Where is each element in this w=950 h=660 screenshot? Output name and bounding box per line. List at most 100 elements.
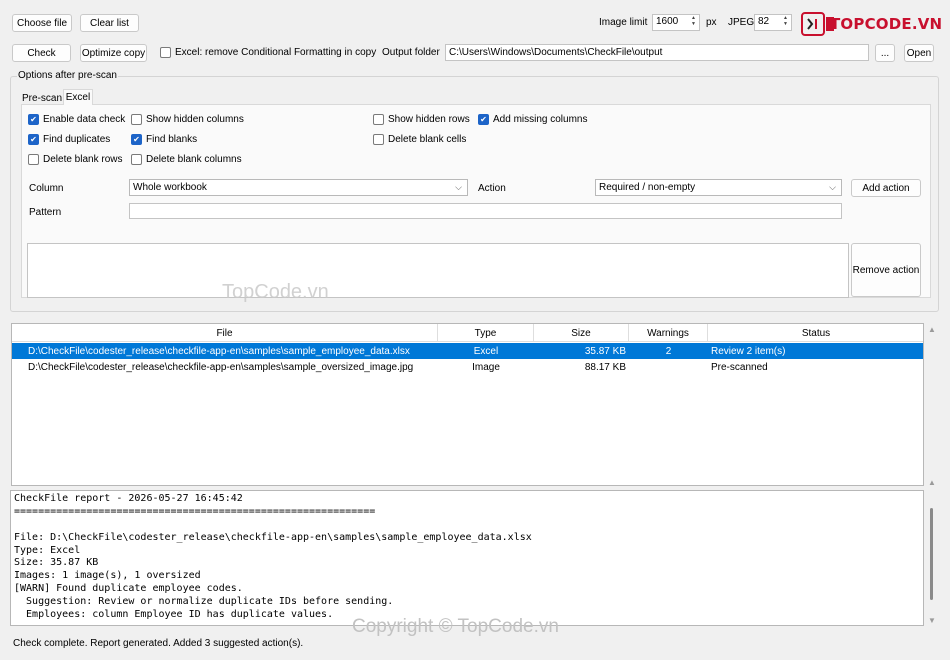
column-select[interactable]: Whole workbook ⌵ <box>129 179 468 196</box>
chevron-down-icon[interactable]: ⌵ <box>829 182 836 193</box>
scroll-up-icon[interactable]: ▲ <box>928 325 936 334</box>
report-output[interactable]: CheckFile report - 2026-05-27 16:45:42 ==… <box>10 490 924 626</box>
tab-pre-scan[interactable]: Pre-scan <box>22 91 62 105</box>
report-line: ========================================… <box>14 505 376 517</box>
add-missing-columns-checkbox[interactable]: ✔ Add missing columns <box>478 114 587 125</box>
file-status-cell: Review 2 item(s) <box>711 345 786 357</box>
remove-cf-checkbox[interactable]: Excel: remove Conditional Formatting in … <box>160 47 376 58</box>
column-header-warnings[interactable]: Warnings <box>629 324 708 342</box>
file-size-cell: 35.87 KB <box>584 345 626 357</box>
px-label: px <box>706 17 717 28</box>
show-hidden-columns-checkbox[interactable]: Show hidden columns <box>131 114 244 125</box>
column-label: Column <box>29 183 64 194</box>
chevron-down-icon[interactable]: ⌵ <box>455 182 462 193</box>
jpeg-quality-input[interactable]: 82 ▲ ▼ <box>754 14 792 31</box>
delete-blank-rows-label: Delete blank rows <box>43 154 123 165</box>
file-table-scrollbar[interactable]: ▲ <box>927 323 937 486</box>
enable-data-check-label: Enable data check <box>43 114 126 125</box>
clear-list-button[interactable]: Clear list <box>80 14 139 32</box>
report-line: Images: 1 image(s), 1 oversized <box>14 570 201 582</box>
checkbox-unchecked-icon[interactable] <box>373 134 384 145</box>
column-header-status[interactable]: Status <box>708 324 924 342</box>
open-button[interactable]: Open <box>904 44 934 62</box>
checkbox-unchecked-icon[interactable] <box>28 154 39 165</box>
image-limit-label: Image limit <box>599 17 648 28</box>
checkbox-unchecked-icon[interactable] <box>373 114 384 125</box>
check-button[interactable]: Check <box>12 44 71 62</box>
pattern-label: Pattern <box>29 207 62 218</box>
optimize-copy-button[interactable]: Optimize copy <box>80 44 147 62</box>
file-path-cell: D:\CheckFile\codester_release\checkfile-… <box>28 345 410 357</box>
checkbox-unchecked-icon[interactable] <box>131 154 142 165</box>
table-row[interactable]: D:\CheckFile\codester_release\checkfile-… <box>12 343 923 359</box>
scroll-down-icon[interactable]: ▼ <box>928 616 936 625</box>
report-scrollbar[interactable]: ▲ ▼ <box>927 478 937 628</box>
column-header-size[interactable]: Size <box>534 324 629 342</box>
checkbox-checked-icon[interactable]: ✔ <box>478 114 489 125</box>
actions-list[interactable] <box>27 243 849 298</box>
topcode-logo: TOPCODE.VN <box>800 11 942 37</box>
find-duplicates-label: Find duplicates <box>43 134 111 145</box>
file-type-cell: Excel <box>473 345 499 357</box>
file-table[interactable]: File Type Size Warnings Status D:\CheckF… <box>11 323 924 486</box>
file-warnings-cell: 2 <box>665 345 672 357</box>
checkbox-unchecked-icon[interactable] <box>131 114 142 125</box>
add-action-button[interactable]: Add action <box>851 179 921 197</box>
browse-button[interactable]: ... <box>875 44 895 62</box>
file-size-cell: 88.17 KB <box>584 361 626 373</box>
find-duplicates-checkbox[interactable]: ✔ Find duplicates <box>28 134 110 145</box>
delete-blank-columns-label: Delete blank columns <box>146 154 242 165</box>
watermark-center: TopCode.vn <box>222 281 329 303</box>
report-line: [WARN] Found duplicate employee codes. <box>14 583 243 595</box>
scroll-up-icon[interactable]: ▲ <box>928 478 936 487</box>
delete-blank-cells-label: Delete blank cells <box>388 134 467 145</box>
find-blanks-checkbox[interactable]: ✔ Find blanks <box>131 134 197 145</box>
file-status-cell: Pre-scanned <box>711 361 768 373</box>
output-folder-input[interactable]: C:\Users\Windows\Documents\CheckFile\out… <box>445 44 869 61</box>
pattern-input[interactable] <box>129 203 842 219</box>
delete-blank-columns-checkbox[interactable]: Delete blank columns <box>131 154 242 165</box>
report-line: CheckFile report - 2026-05-27 16:45:42 <box>14 493 243 504</box>
remove-action-button[interactable]: Remove action <box>851 243 921 297</box>
checkbox-checked-icon[interactable]: ✔ <box>28 134 39 145</box>
file-table-header: File Type Size Warnings Status <box>12 324 923 342</box>
enable-data-check-checkbox[interactable]: ✔ Enable data check <box>28 114 125 125</box>
tab-excel-label: Excel <box>65 92 91 103</box>
jpeg-label: JPEG <box>728 17 755 28</box>
spin-arrows-icon[interactable]: ▲ ▼ <box>781 15 790 30</box>
column-header-file[interactable]: File <box>12 324 438 342</box>
show-hidden-rows-checkbox[interactable]: Show hidden rows <box>373 114 470 125</box>
report-line: Type: Excel <box>14 544 81 556</box>
status-bar-text: Check complete. Report generated. Added … <box>13 638 304 649</box>
choose-file-button[interactable]: Choose file <box>12 14 72 32</box>
report-line <box>14 519 920 532</box>
action-select-value: Required / non-empty <box>599 182 696 193</box>
delete-blank-rows-checkbox[interactable]: Delete blank rows <box>28 154 122 165</box>
action-select[interactable]: Required / non-empty ⌵ <box>595 179 842 196</box>
find-blanks-label: Find blanks <box>146 134 198 145</box>
checkbox-checked-icon[interactable]: ✔ <box>131 134 142 145</box>
jpeg-quality-value: 82 <box>758 16 770 27</box>
report-line: Suggestion: Review or normalize duplicat… <box>14 596 394 608</box>
delete-blank-cells-checkbox[interactable]: Delete blank cells <box>373 134 466 145</box>
action-label: Action <box>478 183 506 194</box>
checkbox-unchecked-icon[interactable] <box>160 47 171 58</box>
column-header-type[interactable]: Type <box>438 324 534 342</box>
scroll-thumb[interactable] <box>930 508 933 600</box>
file-type-cell: Image <box>472 361 500 373</box>
checkbox-checked-icon[interactable]: ✔ <box>28 114 39 125</box>
remove-cf-label: Excel: remove Conditional Formatting in … <box>175 47 377 58</box>
output-folder-label: Output folder <box>382 47 440 58</box>
show-hidden-columns-label: Show hidden columns <box>146 114 244 125</box>
report-line: Size: 35.87 KB <box>14 557 99 569</box>
file-warnings-cell <box>629 359 708 375</box>
show-hidden-rows-label: Show hidden rows <box>388 114 470 125</box>
table-row[interactable]: D:\CheckFile\codester_release\checkfile-… <box>12 359 923 375</box>
spin-arrows-icon[interactable]: ▲ ▼ <box>689 15 698 30</box>
image-limit-value: 1600 <box>656 16 679 27</box>
image-limit-input[interactable]: 1600 ▲ ▼ <box>652 14 700 31</box>
tab-excel[interactable]: Excel <box>63 89 93 105</box>
file-path-cell: D:\CheckFile\codester_release\checkfile-… <box>28 361 414 373</box>
options-group-title: Options after pre-scan <box>17 70 118 81</box>
report-line: File: D:\CheckFile\codester_release\chec… <box>14 531 532 543</box>
